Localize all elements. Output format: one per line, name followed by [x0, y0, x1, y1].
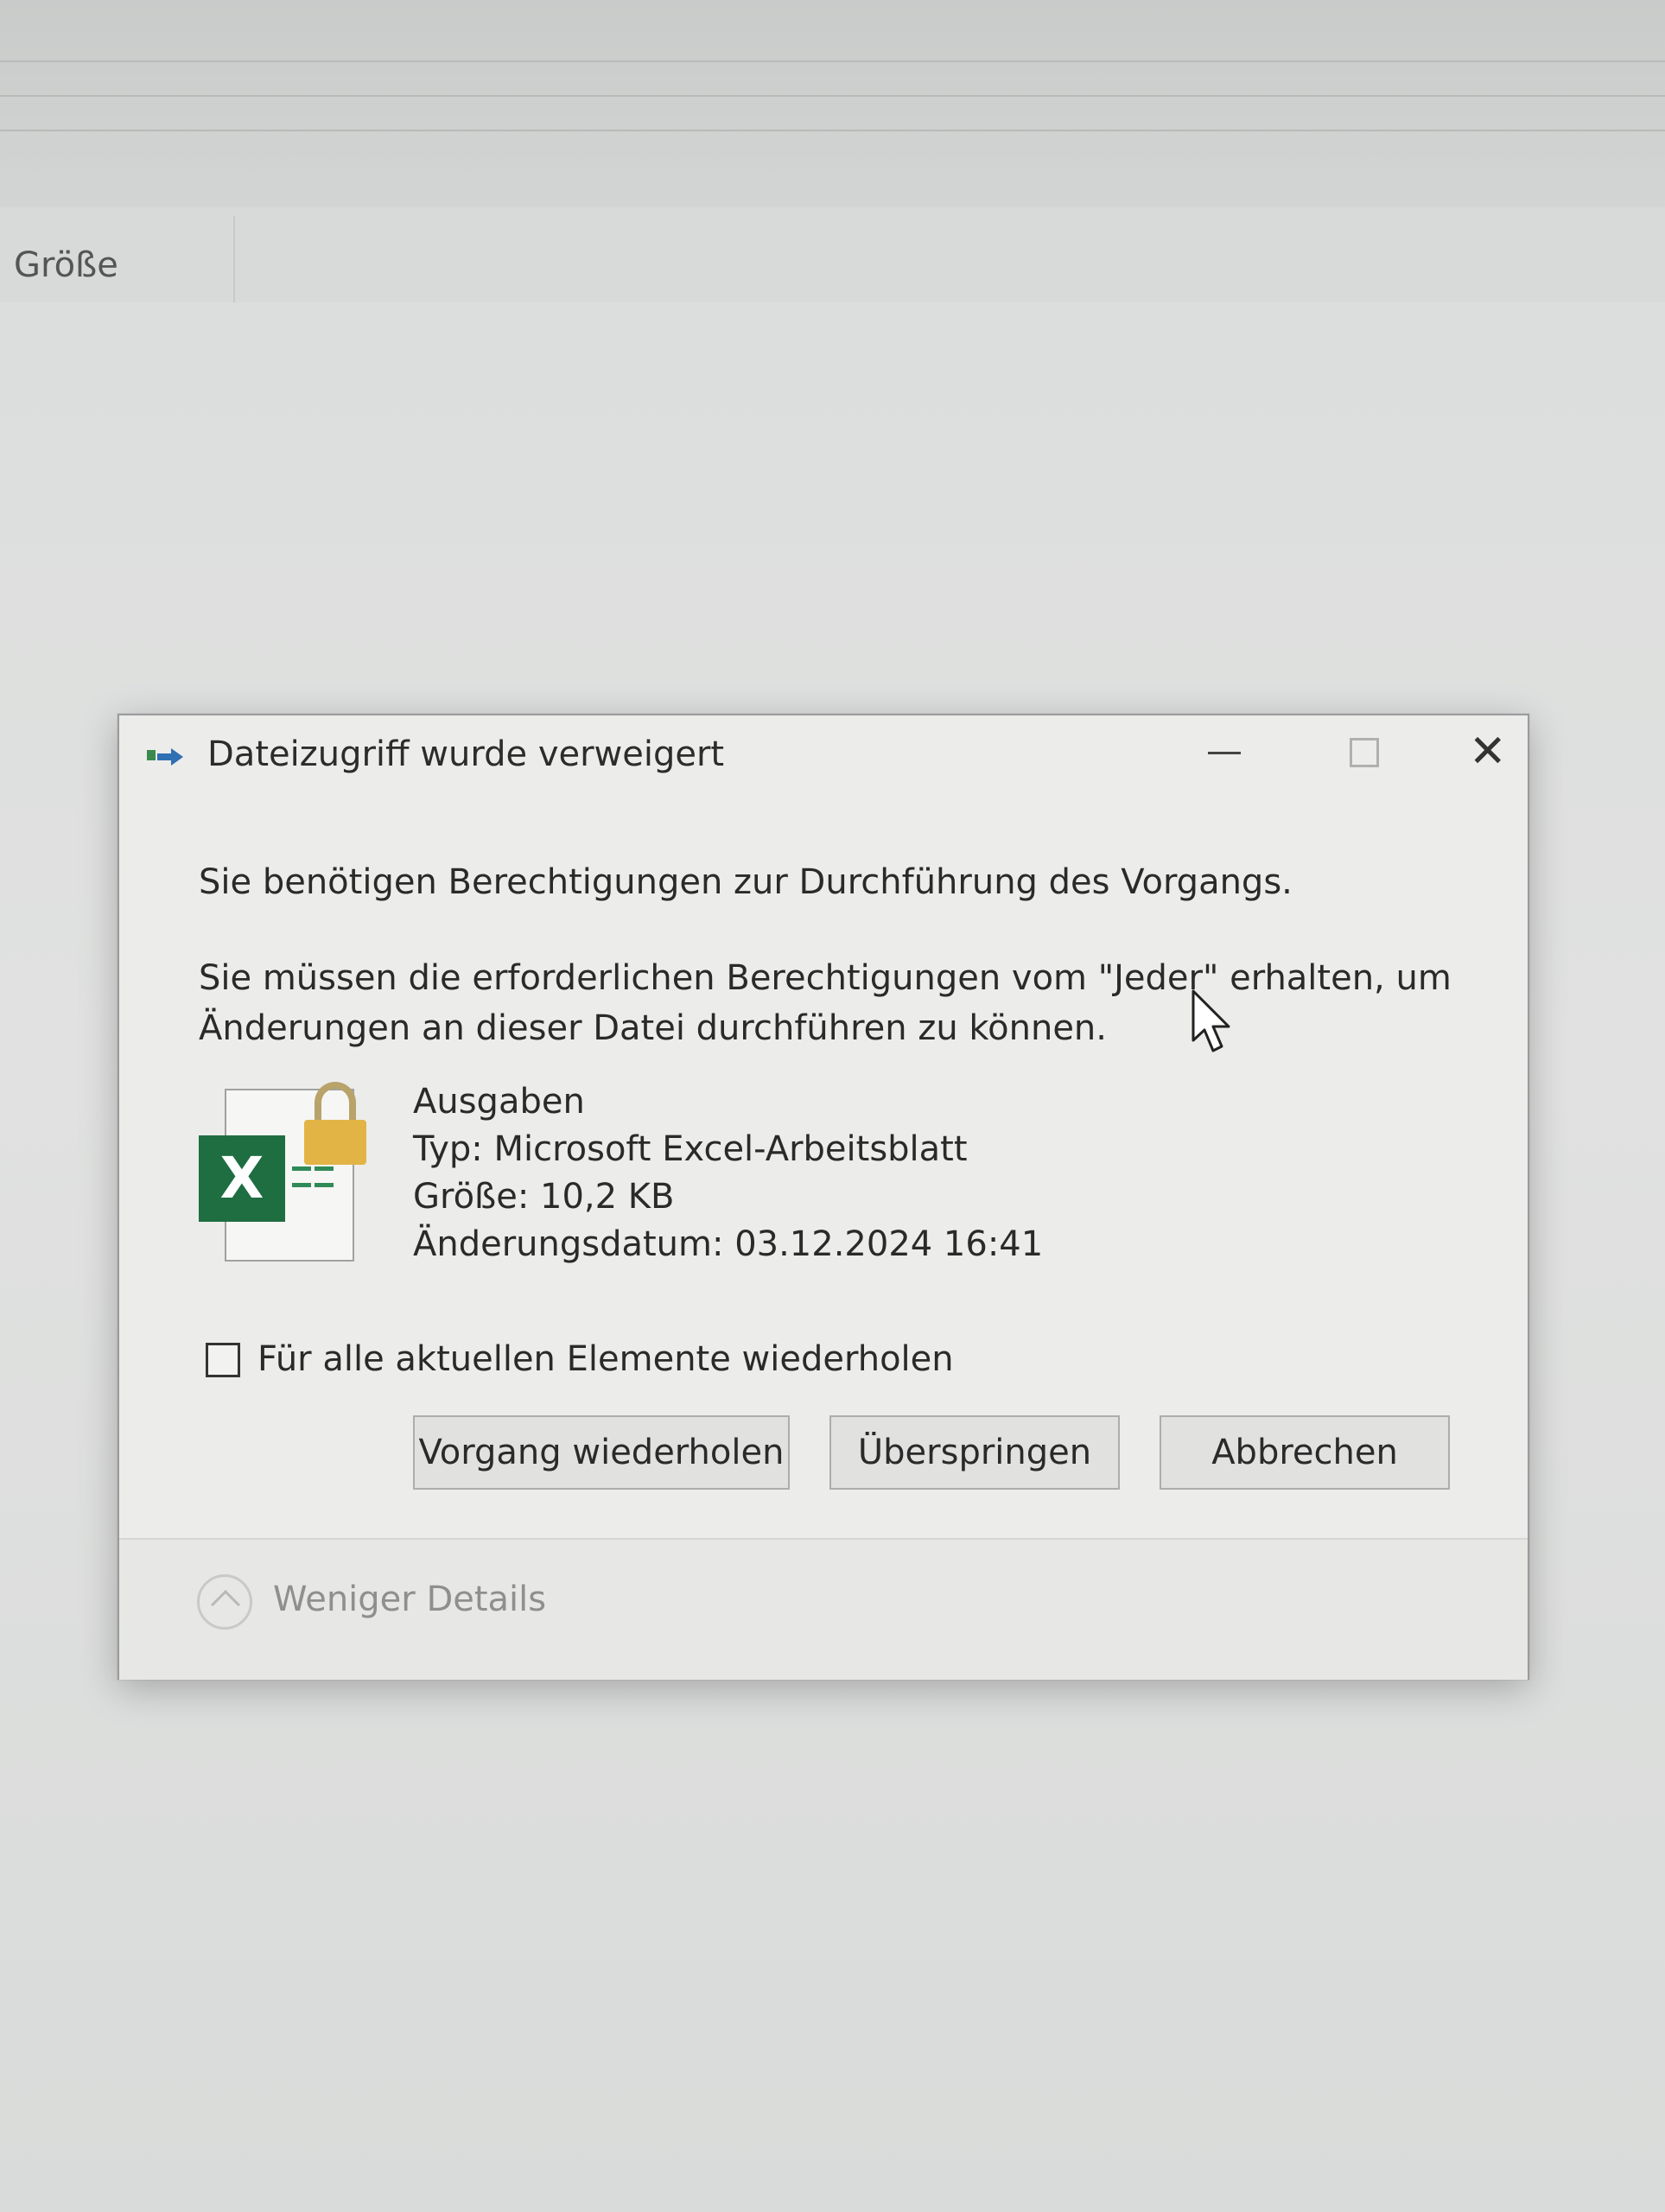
dialog-footer: Weniger Details [119, 1538, 1528, 1680]
minimize-icon [1208, 752, 1241, 754]
access-denied-dialog: Dateizugriff wurde verweigert ✕ Sie benö… [118, 714, 1529, 1680]
close-icon: ✕ [1469, 726, 1507, 778]
minimize-button[interactable] [1173, 728, 1277, 783]
excel-file-locked-icon: X [199, 1082, 372, 1263]
repeat-checkbox-label[interactable]: Für alle aktuellen Elemente wiederholen [257, 1339, 954, 1379]
file-move-icon [147, 748, 183, 766]
divider [0, 95, 1665, 97]
column-header-size[interactable]: Größe [14, 245, 118, 285]
explorer-toolbar-area [0, 0, 1665, 207]
excel-icon: X [199, 1135, 285, 1222]
file-size: Größe: 10,2 KB [413, 1177, 675, 1217]
retry-button[interactable]: Vorgang wiederholen [413, 1415, 790, 1490]
file-name: Ausgaben [413, 1082, 585, 1122]
dialog-title: Dateizugriff wurde verweigert [207, 734, 725, 774]
file-type: Typ: Microsoft Excel-Arbeitsblatt [413, 1129, 968, 1169]
chevron-up-icon[interactable] [197, 1574, 252, 1630]
secondary-message: Sie müssen die erforderlichen Berechtigu… [199, 958, 1452, 1048]
divider [0, 130, 1665, 131]
mouse-cursor-icon [1192, 989, 1230, 1052]
close-button[interactable]: ✕ [1441, 728, 1545, 783]
file-info: Ausgaben Typ: Microsoft Excel-Arbeitsbla… [413, 1078, 1043, 1268]
divider [0, 60, 1665, 62]
maximize-icon [1350, 738, 1379, 767]
repeat-checkbox[interactable] [206, 1343, 240, 1377]
cancel-button[interactable]: Abbrechen [1160, 1415, 1450, 1490]
sheet-lines-icon [292, 1165, 340, 1198]
primary-message: Sie benötigen Berechtigungen zur Durchfü… [199, 862, 1293, 902]
file-modified: Änderungsdatum: 03.12.2024 16:41 [413, 1224, 1044, 1264]
column-separator[interactable] [233, 216, 235, 302]
skip-button[interactable]: Überspringen [829, 1415, 1120, 1490]
explorer-column-header-row [0, 207, 1665, 302]
dialog-titlebar[interactable]: Dateizugriff wurde verweigert ✕ [119, 715, 1528, 788]
maximize-button[interactable] [1312, 728, 1415, 783]
less-details-toggle[interactable]: Weniger Details [273, 1580, 546, 1619]
lock-icon [304, 1082, 366, 1165]
